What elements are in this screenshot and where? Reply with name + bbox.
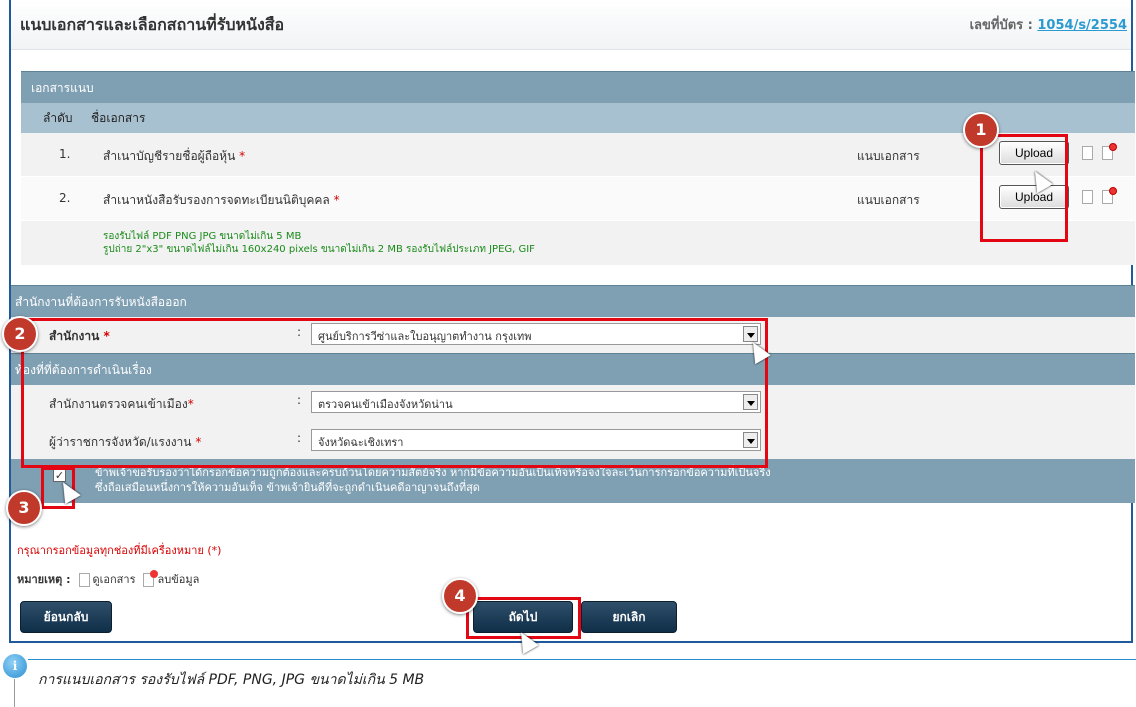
highlight-location xyxy=(21,318,768,468)
step-4-badge: 4 xyxy=(442,578,478,614)
row-number: 1. xyxy=(59,147,71,161)
page-header: แนบเอกสารและเลือกสถานที่รับหนังสือ เลขที… xyxy=(11,0,1131,50)
card-number-link[interactable]: 1054/s/2554 xyxy=(1037,18,1127,33)
attach-status: แนบเอกสาร xyxy=(857,149,920,163)
step-3-badge: 3 xyxy=(6,490,42,526)
col-order: ลำดับ xyxy=(43,111,73,125)
step-2-badge: 2 xyxy=(2,316,38,352)
agreement-text: ข้าพเจ้าขอรับรองว่าได้กรอกข้อความถูกต้อง… xyxy=(95,466,771,494)
pickup-section-title: สำนักงานที่ต้องการรับหนังสือออก xyxy=(11,285,1135,317)
card-number: เลขที่บัตร : 1054/s/2554 xyxy=(970,14,1127,35)
file-requirements-note: รองรับไฟล์ PDF PNG JPG ขนาดไม่เกิน 5 MB … xyxy=(21,221,1135,265)
highlight-upload xyxy=(980,134,1068,242)
row-number: 2. xyxy=(59,191,71,205)
delete-document-icon[interactable] xyxy=(1102,187,1117,204)
info-vertical-line xyxy=(14,679,15,707)
attach-status: แนบเอกสาร xyxy=(857,193,920,207)
required-fields-note: กรุณากรอกข้อมูลทุกช่องที่มีเครื่องหมาย (… xyxy=(17,544,222,557)
info-divider xyxy=(28,659,1136,660)
document-name: สำเนาบัญชีรายชื่อผู้ถือหุ้น * xyxy=(103,149,246,163)
attachments-panel: เอกสารแนบ ลำดับ ชื่อเอกสาร 1. สำเนาบัญชี… xyxy=(21,71,1135,265)
info-bar: i การแนบเอกสาร รองรับไฟล์ PDF, PNG, JPG … xyxy=(0,651,1136,707)
page-title: แนบเอกสารและเลือกสถานที่รับหนังสือ xyxy=(20,15,285,34)
legend: หมายเหตุ : ดูเอกสาร ลบข้อมูล xyxy=(17,570,199,588)
view-document-icon[interactable] xyxy=(1082,190,1093,204)
step-1-badge: 1 xyxy=(963,112,999,148)
main-frame: แนบเอกสารและเลือกสถานที่รับหนังสือ เลขที… xyxy=(2,0,1135,655)
cancel-button[interactable]: ยกเลิก xyxy=(581,601,677,633)
col-name: ชื่อเอกสาร xyxy=(91,111,146,125)
card-label: เลขที่บัตร : xyxy=(969,18,1033,33)
file-note-line2: รูปถ่าย 2"x3" ขนาดไฟล์ไม่เกิน 160x240 pi… xyxy=(103,244,535,255)
view-document-icon[interactable] xyxy=(1082,146,1093,160)
delete-document-icon[interactable] xyxy=(1102,143,1117,160)
back-button[interactable]: ย้อนกลับ xyxy=(20,601,112,633)
attachments-section-title: เอกสารแนบ xyxy=(21,71,1135,103)
delete-document-icon xyxy=(143,570,159,587)
view-document-icon xyxy=(78,573,90,587)
info-text: การแนบเอกสาร รองรับไฟล์ PDF, PNG, JPG ขน… xyxy=(38,672,425,688)
table-row: 2. สำเนาหนังสือรับรองการจดทะเบียนนิติบุค… xyxy=(21,177,1135,221)
document-name: สำเนาหนังสือรับรองการจดทะเบียนนิติบุคคล … xyxy=(103,193,340,207)
info-icon: i xyxy=(3,654,27,678)
